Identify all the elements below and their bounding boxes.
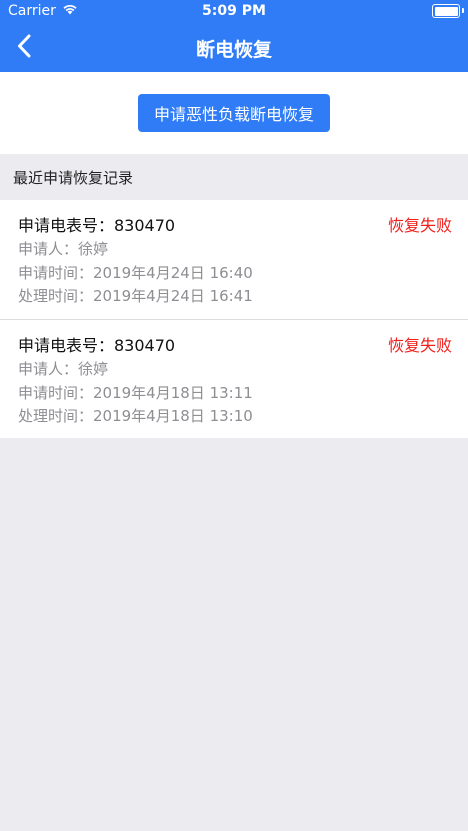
section-header: 最近申请恢复记录 bbox=[13, 168, 134, 187]
battery-icon bbox=[432, 4, 464, 18]
apply-restore-button[interactable]: 申请恶性负载断电恢复 bbox=[137, 94, 330, 132]
status-time: 5:09 PM bbox=[202, 3, 266, 19]
record-list: 申请电表号：830470 恢复失败 申请人：徐婷 申请时间：2019年4月24日… bbox=[0, 200, 468, 438]
record-status-badge: 恢复失败 bbox=[387, 216, 452, 235]
record-meter: 申请电表号：830470 bbox=[18, 336, 176, 355]
page-title: 断电恢复 bbox=[195, 39, 272, 61]
action-area: 申请恶性负载断电恢复 bbox=[0, 72, 468, 154]
record-meter: 申请电表号：830470 bbox=[18, 216, 176, 235]
status-bar: Carrier 5:09 PM bbox=[0, 0, 468, 24]
record-apply-time: 申请时间：2019年4月24日 16:40 bbox=[18, 263, 253, 282]
record-process-time: 处理时间：2019年4月24日 16:41 bbox=[18, 287, 253, 305]
record-applicant: 申请人：徐婷 bbox=[18, 240, 109, 258]
record-apply-time: 申请时间：2019年4月18日 13:11 bbox=[18, 383, 253, 402]
record-item[interactable]: 申请电表号：830470 恢复失败 申请人：徐婷 申请时间：2019年4月18日… bbox=[0, 319, 468, 438]
record-item[interactable]: 申请电表号：830470 恢复失败 申请人：徐婷 申请时间：2019年4月24日… bbox=[0, 200, 468, 319]
screen: Carrier 5:09 PM 断电恢复 申请恶性负载断电恢复 最近申请恢复记录… bbox=[0, 0, 468, 831]
record-process-time: 处理时间：2019年4月18日 13:10 bbox=[18, 407, 253, 425]
top-bar: Carrier 5:09 PM 断电恢复 bbox=[0, 0, 468, 72]
nav-bar: 断电恢复 bbox=[0, 24, 468, 72]
record-status-badge: 恢复失败 bbox=[387, 336, 452, 355]
record-applicant: 申请人：徐婷 bbox=[18, 360, 109, 378]
